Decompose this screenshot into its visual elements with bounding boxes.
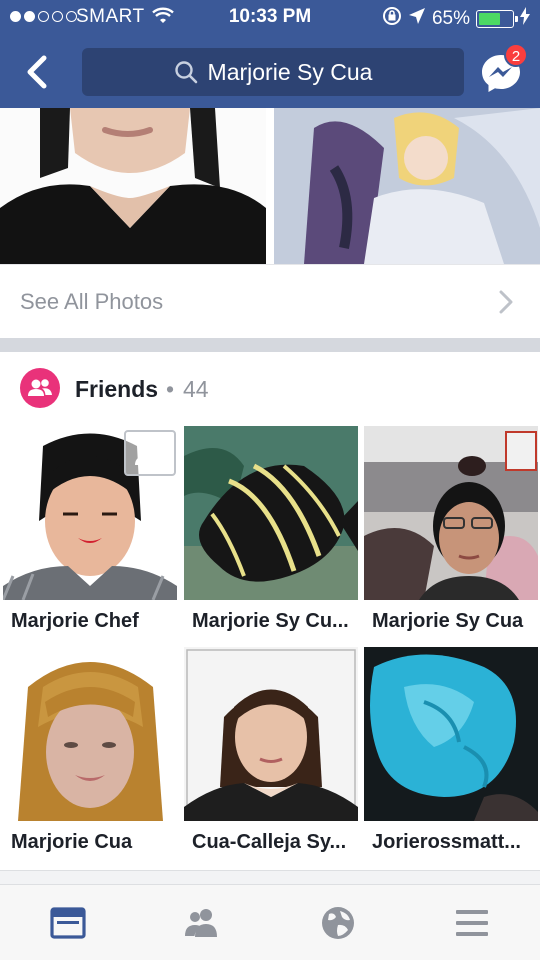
friend-tile[interactable]: Marjorie Cua: [3, 647, 179, 853]
friend-name[interactable]: Marjorie Sy Cu...: [192, 610, 362, 633]
battery-icon: [476, 10, 518, 28]
search-icon: [174, 61, 197, 84]
battery-percent: 65%: [431, 8, 470, 29]
friend-name[interactable]: Marjorie Cua: [11, 831, 181, 854]
friend-tile[interactable]: Marjorie Sy Cu...: [184, 426, 360, 632]
tab-friend-requests[interactable]: [182, 903, 222, 943]
friends-icon: [20, 368, 60, 408]
photos-section: [0, 108, 540, 264]
friends-separator: •: [166, 376, 175, 402]
tab-bar: [0, 884, 540, 960]
friends-header[interactable]: Friends • 44: [0, 352, 540, 426]
news-feed-icon: [50, 907, 86, 939]
friend-name[interactable]: Marjorie Chef: [11, 610, 181, 633]
friends-count: 44: [183, 376, 209, 402]
globe-notifications-icon: [322, 907, 354, 939]
add-friend-button[interactable]: [124, 430, 176, 476]
friend-photo: [184, 426, 358, 600]
status-bar: SMART 10:33 PM 65%: [0, 0, 540, 36]
see-all-photos-label: See All Photos: [20, 289, 164, 314]
location-arrow-icon: [408, 7, 426, 31]
friend-name[interactable]: Jorierossmatt...: [372, 831, 540, 854]
charging-bolt-icon: [520, 7, 530, 31]
friend-photo: [3, 647, 177, 821]
friend-photo: [184, 647, 358, 821]
friend-tile[interactable]: Marjorie Chef: [3, 426, 179, 632]
friends-title: Friends: [75, 376, 159, 402]
friend-photo: [364, 426, 538, 600]
add-friend-icon: [135, 442, 164, 465]
tab-notifications[interactable]: [318, 903, 358, 943]
rotation-lock-icon: [382, 6, 402, 32]
friend-name[interactable]: Marjorie Sy Cua: [372, 610, 540, 633]
friend-tile[interactable]: Cua-Calleja Sy...: [184, 647, 360, 853]
section-divider: [0, 338, 540, 352]
photo-thumbnail[interactable]: [0, 108, 266, 264]
back-button[interactable]: [18, 50, 58, 94]
menu-icon: [456, 910, 488, 936]
friend-tile[interactable]: Marjorie Sy Cua: [364, 426, 540, 632]
chevron-right-icon: [498, 289, 514, 320]
photo-thumbnail[interactable]: [274, 108, 540, 264]
friend-tile[interactable]: Jorierossmatt...: [364, 647, 540, 853]
friend-name[interactable]: Cua-Calleja Sy...: [192, 831, 362, 854]
tab-menu[interactable]: [452, 903, 492, 943]
friend-photo: [364, 647, 538, 821]
search-field[interactable]: Marjorie Sy Cua: [82, 48, 464, 96]
top-bar: SMART 10:33 PM 65% Marjorie Sy Cua 2: [0, 0, 540, 108]
search-query: Marjorie Sy Cua: [207, 58, 373, 85]
messenger-badge: 2: [504, 43, 528, 67]
section-divider: [0, 870, 540, 884]
friend-photo: [3, 426, 177, 600]
see-all-photos-link[interactable]: See All Photos: [0, 264, 540, 338]
friend-requests-icon: [185, 909, 217, 937]
tab-news-feed[interactable]: [48, 903, 88, 943]
